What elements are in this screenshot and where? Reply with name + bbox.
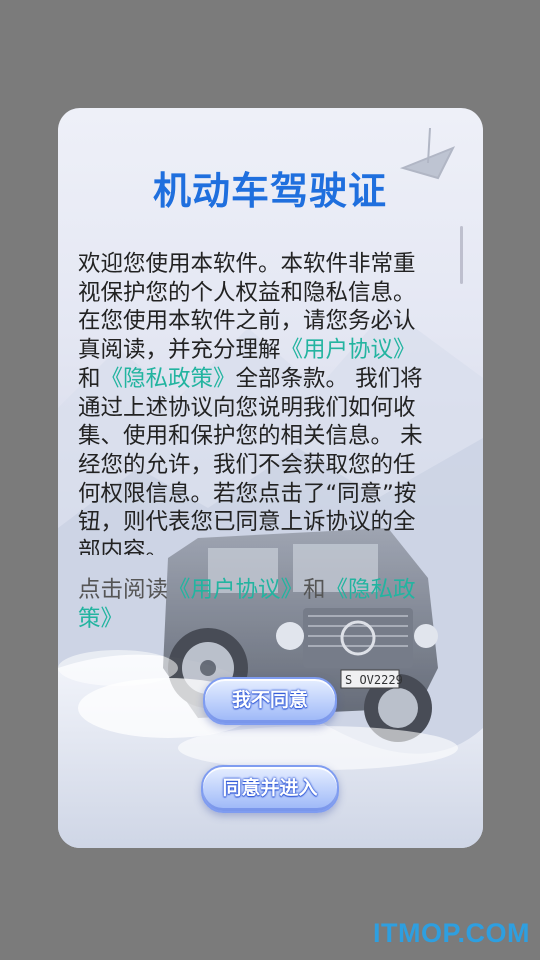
consent-privacy-link[interactable]: 《隐私政: [326, 577, 416, 603]
consent-text: 点击阅读《用户协议》和《隐私政 策》: [78, 576, 463, 633]
privacy-policy-link[interactable]: 《隐私政策》: [101, 366, 236, 392]
body-line: 真阅读，并充分理解: [78, 337, 281, 364]
accept-button[interactable]: 同意并进入: [201, 765, 339, 813]
consent-and: 和: [303, 577, 326, 603]
body-line: 全部条款。 我们将: [235, 365, 423, 392]
consent-prefix: 点击阅读: [78, 577, 169, 603]
body-line: 视保护您的个人权益和隐私信息。: [78, 279, 416, 306]
body-line: 在您使用本软件之前，请您务必认: [78, 308, 416, 335]
body-line: 何权限信息。若您点击了“同意”按: [78, 480, 417, 507]
decline-button[interactable]: 我不同意: [203, 677, 337, 725]
body-line: 通过上述协议向您说明我们如何收: [78, 394, 416, 421]
license-plate-text: S OV2229: [345, 673, 403, 687]
body-line: 钮，则代表您已同意上诉协议的全: [78, 509, 416, 536]
body-line: 部内容。: [78, 538, 169, 555]
consent-privacy-link-continued[interactable]: 策》: [78, 606, 123, 632]
site-watermark: ITMOP.COM: [372, 918, 530, 948]
agreement-body-text: 欢迎您使用本软件。本软件非常重 视保护您的个人权益和隐私信息。 在您使用本软件之…: [78, 250, 463, 555]
body-line: 经您的允许，我们不会获取您的任: [78, 451, 416, 478]
user-agreement-link[interactable]: 《用户协议》: [281, 337, 416, 363]
body-line: 欢迎您使用本软件。本软件非常重: [78, 251, 416, 277]
consent-user-agreement-link[interactable]: 《用户协议》: [168, 577, 303, 603]
body-line: 和: [78, 365, 101, 392]
dialog-title: 机动车驾驶证: [152, 169, 387, 213]
body-line: 集、使用和保护您的相关信息。 未: [78, 423, 423, 450]
